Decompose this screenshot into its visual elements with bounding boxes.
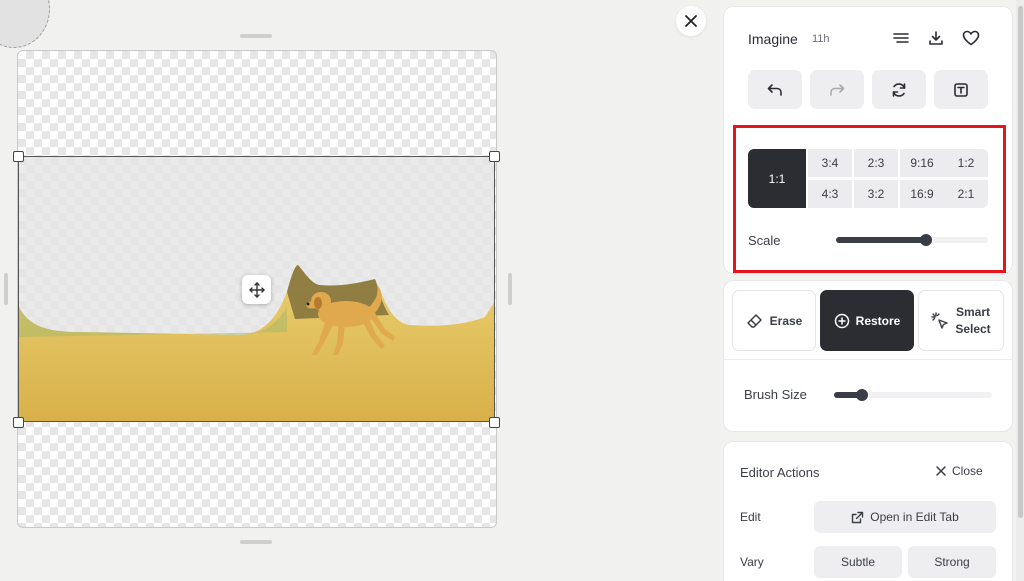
canvas-area xyxy=(0,0,720,581)
heart-icon[interactable] xyxy=(961,28,981,48)
divider xyxy=(724,359,1012,360)
timestamp: 11h xyxy=(812,33,830,45)
top-resize-bar[interactable] xyxy=(240,34,272,38)
smart-select-label-line2: Select xyxy=(955,321,991,336)
download-icon[interactable] xyxy=(926,28,946,48)
vary-strong-button[interactable]: Strong xyxy=(908,546,996,578)
brush-cursor xyxy=(0,0,50,48)
brush-panel: Erase Restore Smart Select Brush Size xyxy=(723,280,1013,432)
vary-subtle-button[interactable]: Subtle xyxy=(814,546,902,578)
plus-circle-icon xyxy=(834,313,849,328)
restore-label: Restore xyxy=(855,313,901,328)
edit-label: Edit xyxy=(740,510,761,524)
undo-button[interactable] xyxy=(748,70,802,109)
erase-button[interactable]: Erase xyxy=(732,290,816,351)
scrollbar-thumb[interactable] xyxy=(1018,6,1023,518)
subtle-label: Subtle xyxy=(840,555,876,569)
text-box-button[interactable] xyxy=(934,70,988,109)
bottom-resize-bar[interactable] xyxy=(240,540,272,544)
left-resize-bar[interactable] xyxy=(4,273,8,305)
close-button[interactable]: Close xyxy=(936,464,983,478)
crop-handle-top-right[interactable] xyxy=(489,151,500,162)
refresh-button[interactable] xyxy=(872,70,926,109)
crop-handle-bottom-left[interactable] xyxy=(13,417,24,428)
smart-select-button[interactable]: Smart Select xyxy=(918,290,1004,351)
close-icon xyxy=(936,466,946,476)
refresh-icon xyxy=(892,82,906,97)
close-label: Close xyxy=(952,464,983,478)
brush-size-label: Brush Size xyxy=(744,387,807,402)
redo-icon xyxy=(830,83,845,96)
brush-slider-knob[interactable] xyxy=(856,389,868,401)
external-link-icon xyxy=(852,511,864,523)
strong-label: Strong xyxy=(934,555,970,569)
open-in-edit-tab-button[interactable]: Open in Edit Tab xyxy=(814,501,996,533)
move-icon[interactable] xyxy=(242,275,271,304)
panel-title: Imagine xyxy=(748,31,798,47)
eraser-icon xyxy=(746,313,762,328)
highlight-box xyxy=(733,125,1006,273)
vary-label: Vary xyxy=(740,555,764,569)
right-resize-bar[interactable] xyxy=(508,273,512,305)
undo-icon xyxy=(767,83,782,96)
erase-label: Erase xyxy=(769,313,803,328)
restore-button[interactable]: Restore xyxy=(820,290,914,351)
menu-lines-icon[interactable] xyxy=(891,28,911,48)
close-icon[interactable] xyxy=(676,6,706,36)
open-in-edit-tab-label: Open in Edit Tab xyxy=(870,510,959,524)
smart-select-label-line1: Smart xyxy=(955,304,990,319)
crop-handle-bottom-right[interactable] xyxy=(489,417,500,428)
editor-actions-panel: Editor Actions Close Edit Open in Edit T… xyxy=(723,441,1013,581)
editor-actions-title: Editor Actions xyxy=(740,465,820,480)
sparkle-cursor-icon xyxy=(931,311,949,329)
crop-handle-top-left[interactable] xyxy=(13,151,24,162)
text-box-icon xyxy=(954,82,968,97)
redo-button[interactable] xyxy=(810,70,864,109)
